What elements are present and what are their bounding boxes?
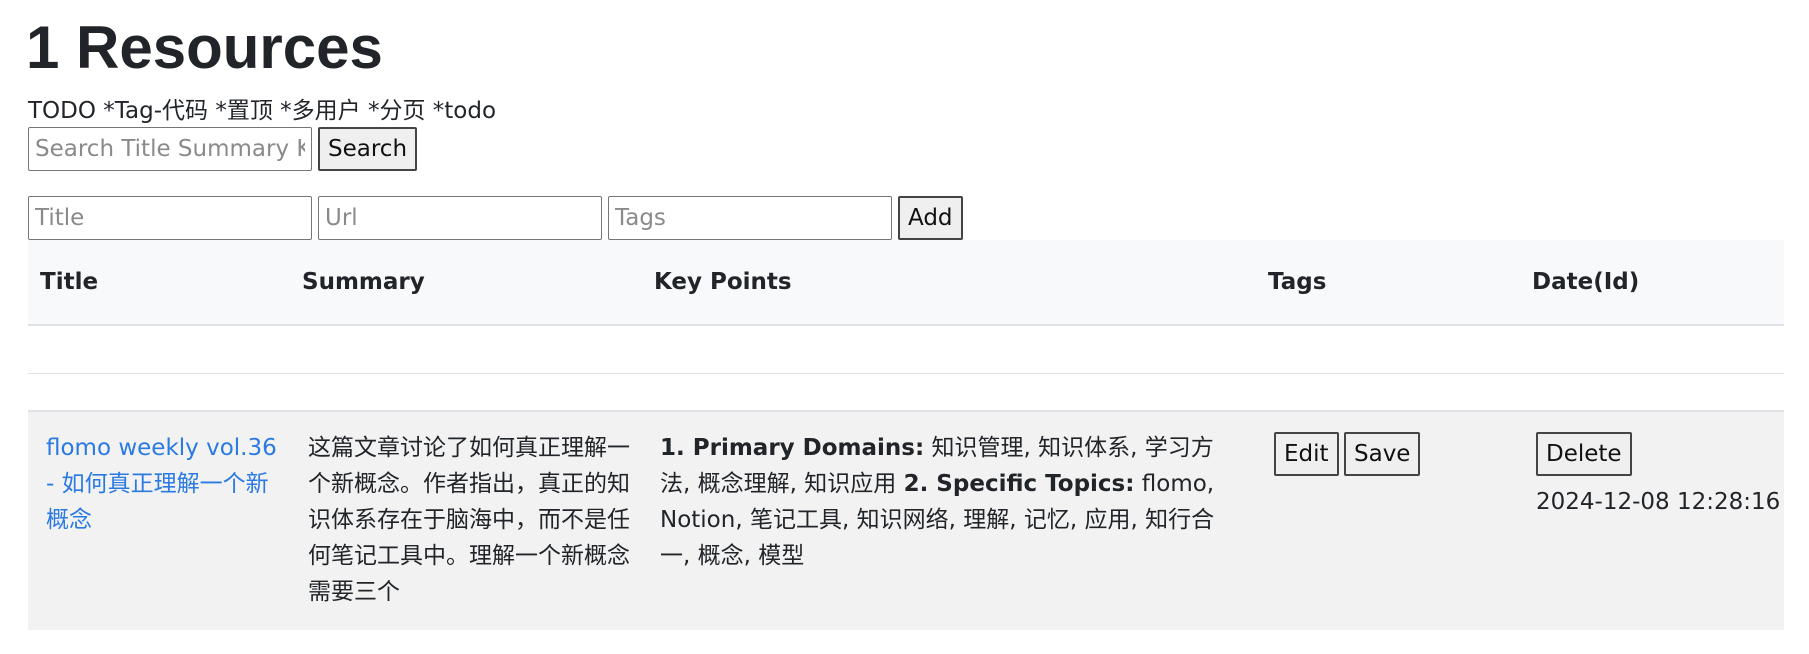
search-button[interactable]: Search [318, 127, 418, 171]
table-header: Title Summary Key Points Tags Date(Id) [28, 240, 1784, 326]
header-summary: Summary [302, 269, 425, 295]
table-row: flomo weekly vol.36 - 如何真正理解一个新概念 这篇文章讨论… [28, 412, 1784, 630]
add-button[interactable]: Add [898, 196, 963, 240]
header-key-points: Key Points [654, 269, 792, 295]
tags-input[interactable] [608, 196, 892, 240]
delete-button[interactable]: Delete [1536, 432, 1632, 476]
todo-note: TODO *Tag-代码 *置顶 *多用户 *分页 *todo [28, 98, 497, 124]
search-input[interactable] [28, 127, 312, 171]
page-title: 1 Resources [26, 14, 383, 81]
save-button[interactable]: Save [1344, 432, 1421, 476]
resource-title-link[interactable]: flomo weekly vol.36 - 如何真正理解一个新概念 [46, 435, 277, 533]
header-date: Date(Id) [1532, 269, 1640, 295]
empty-row [28, 374, 1784, 412]
key-points-label-1: 1. Primary Domains: [660, 435, 925, 461]
header-title: Title [40, 269, 99, 295]
title-input[interactable] [28, 196, 312, 240]
url-input[interactable] [318, 196, 602, 240]
key-points-cell: 1. Primary Domains: 知识管理, 知识体系, 学习方法, 概念… [660, 430, 1240, 574]
header-tags: Tags [1268, 269, 1327, 295]
empty-row [28, 326, 1784, 374]
summary-cell: 这篇文章讨论了如何真正理解一个新概念。作者指出，真正的知识体系存在于脑海中，而不… [308, 435, 630, 605]
date-id: 2024-12-08 12:28:16 [1536, 489, 1781, 515]
edit-button[interactable]: Edit [1274, 432, 1339, 476]
key-points-label-2: 2. Specific Topics: [903, 471, 1135, 497]
resources-page: 1 Resources TODO *Tag-代码 *置顶 *多用户 *分页 *t… [0, 0, 1809, 654]
title-cell: flomo weekly vol.36 - 如何真正理解一个新概念 [46, 430, 281, 538]
resources-table: Title Summary Key Points Tags Date(Id) f… [28, 240, 1784, 630]
